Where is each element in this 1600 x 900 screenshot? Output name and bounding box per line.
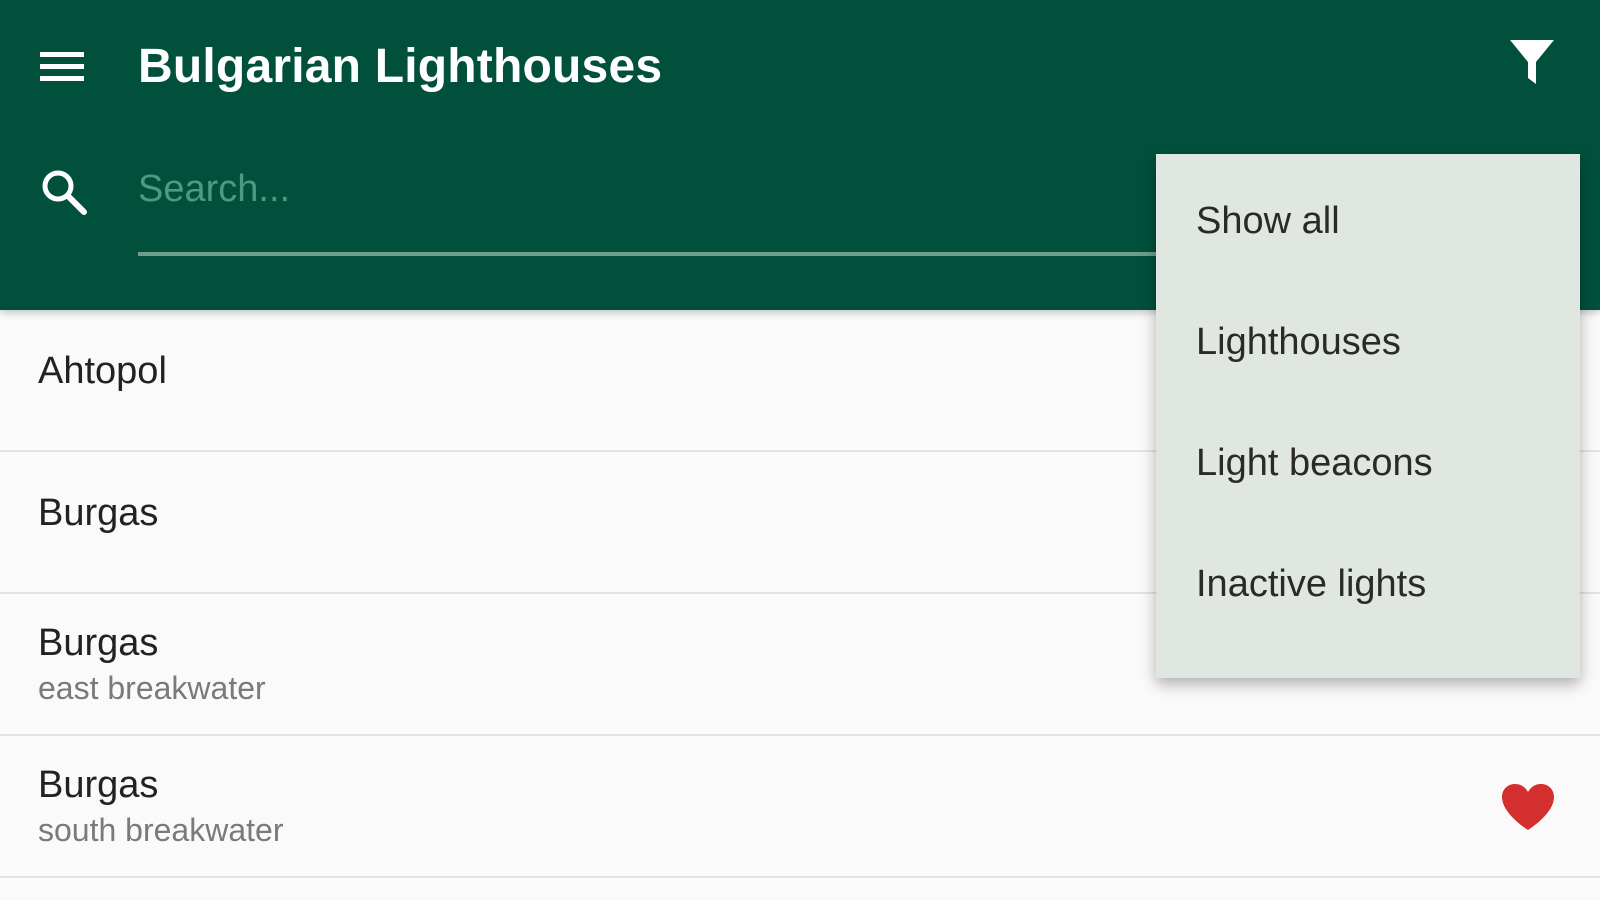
filter-button[interactable] (1508, 38, 1572, 98)
heart-icon (1502, 784, 1554, 830)
menu-item-inactive-lights[interactable]: Inactive lights (1156, 541, 1580, 662)
menu-icon (40, 52, 84, 81)
search-underline (138, 252, 1178, 256)
search-input[interactable] (138, 158, 1148, 220)
menu-item-light-beacons[interactable]: Light beacons (1156, 420, 1580, 541)
list-item-title: Burgas (38, 492, 159, 534)
menu-button[interactable] (36, 40, 96, 96)
menu-item-show-all[interactable]: Show all (1156, 178, 1580, 299)
list-item-title: Burgas (38, 622, 159, 664)
app-title: Bulgarian Lighthouses (138, 40, 663, 93)
filter-dropdown-menu: Show all Lighthouses Light beacons Inact… (1156, 154, 1580, 678)
list-item-subtitle: south breakwater (38, 812, 284, 848)
search-icon (38, 166, 96, 224)
list-item[interactable]: Burgas south breakwater (0, 736, 1600, 878)
list-item-title: Ahtopol (38, 350, 167, 392)
list-item-subtitle: east breakwater (38, 670, 266, 706)
list-item-title: Burgas (38, 764, 159, 806)
filter-icon (1510, 40, 1554, 84)
menu-item-lighthouses[interactable]: Lighthouses (1156, 299, 1580, 420)
favorite-button[interactable] (1500, 782, 1558, 834)
